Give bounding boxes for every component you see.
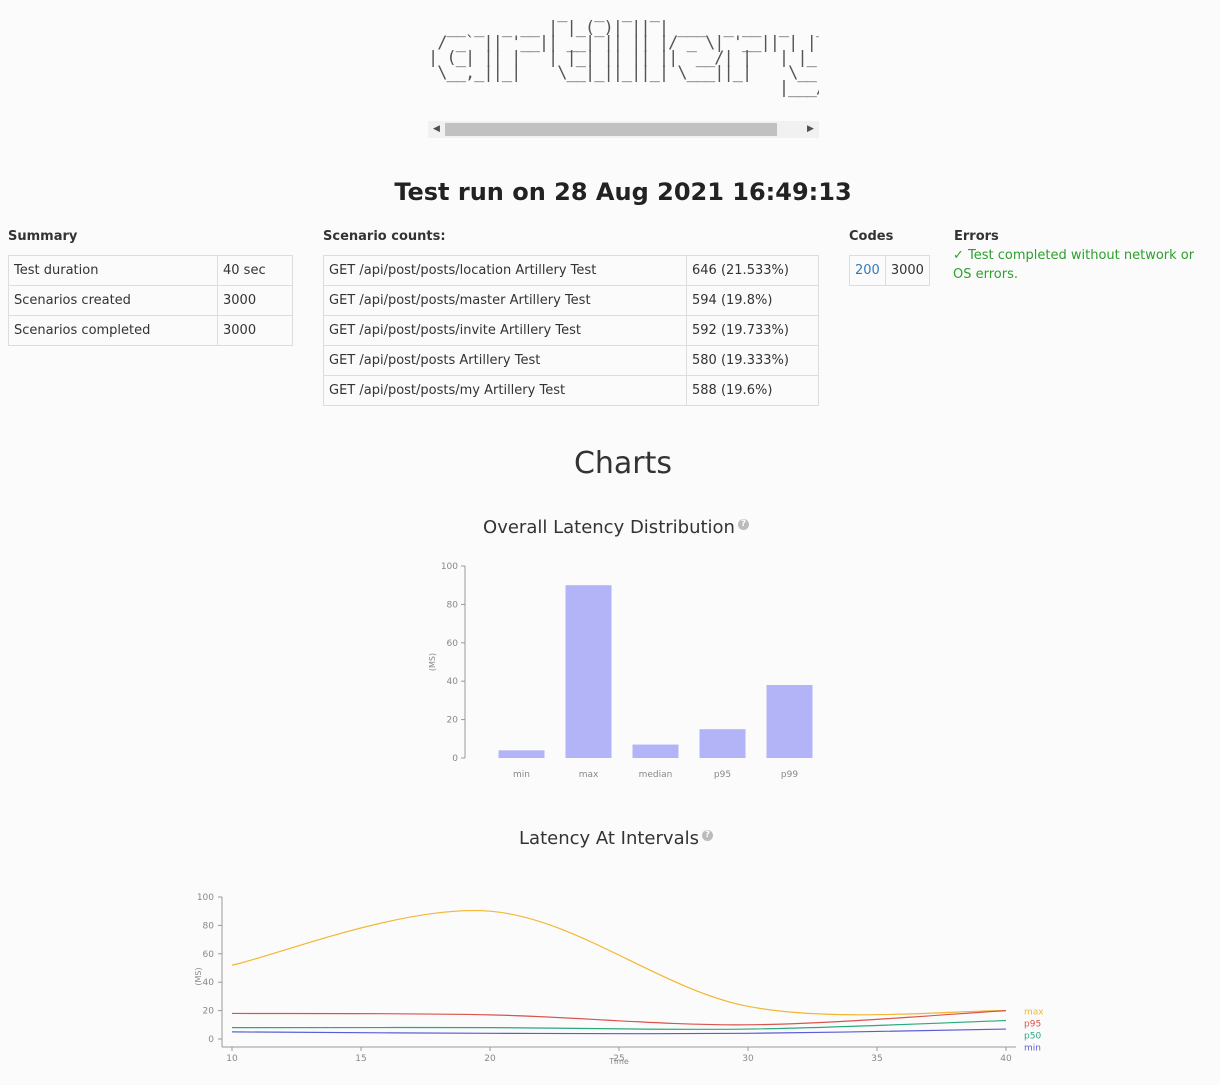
legend-label-max: max: [1024, 1008, 1044, 1018]
summary-name: Test duration: [8, 255, 218, 286]
series-line-max: [231, 909, 1007, 1016]
summary-row: Test duration 40 sec: [8, 255, 293, 286]
x-tick-label: 35: [871, 1054, 882, 1064]
y-tick-label: 0: [208, 1035, 214, 1045]
legend-label-min: min: [1024, 1044, 1041, 1054]
summary-row: Scenarios created 3000: [8, 285, 293, 316]
y-axis-label: (MS): [428, 653, 437, 671]
x-axis-label: Time: [608, 1057, 629, 1066]
series-line-p50: [231, 1019, 1007, 1030]
errors-label: Errors: [954, 229, 999, 244]
scenario-value: 594 (19.8%): [686, 285, 819, 316]
y-tick-label: 40: [447, 677, 459, 687]
scenario-name: GET /api/post/posts/master Artillery Tes…: [323, 285, 687, 316]
y-axis-label: (MS): [194, 967, 203, 985]
y-tick-label: 40: [203, 978, 215, 988]
scenario-name: GET /api/post/posts/invite Artillery Tes…: [323, 315, 687, 346]
y-tick-label: 0: [452, 754, 458, 764]
legend-label-p50: p50: [1024, 1032, 1041, 1042]
series-line-min: [231, 1028, 1007, 1035]
scenario-name: GET /api/post/posts/location Artillery T…: [323, 255, 687, 286]
y-tick-label: 80: [203, 921, 215, 931]
scenario-value: 588 (19.6%): [686, 375, 819, 406]
scenario-name: GET /api/post/posts/my Artillery Test: [323, 375, 687, 406]
latency-distribution-title: Overall Latency Distribution?: [0, 517, 1220, 538]
summary-name: Scenarios completed: [8, 315, 218, 346]
scenario-counts-label: Scenario counts:: [323, 229, 446, 244]
artillery-report-logo: _ _ _ _ __ _ _ __ | |_(_)| || | ___ _ __…: [428, 6, 819, 128]
status-code: 200: [849, 255, 886, 286]
summary-row: Scenarios completed 3000: [8, 315, 293, 346]
x-tick-label: 15: [355, 1054, 366, 1064]
latency-intervals-chart: 02040608010010 15 20 25 30 35 40(MS)Timemaxp95…: [194, 893, 1044, 1066]
scenario-value: 592 (19.733%): [686, 315, 819, 346]
y-tick-label: 20: [203, 1007, 215, 1017]
bar-p99: [766, 685, 813, 758]
x-tick-label: max: [579, 770, 599, 780]
scenario-row: GET /api/post/posts/location Artillery T…: [323, 255, 819, 286]
x-tick-label: 20: [484, 1054, 496, 1064]
bar-p95: [699, 729, 746, 758]
legend-label-p95: p95: [1024, 1020, 1041, 1030]
summary-label: Summary: [8, 229, 78, 244]
y-tick-label: 60: [203, 950, 215, 960]
help-icon[interactable]: ?: [701, 830, 713, 841]
summary-name: Scenarios created: [8, 285, 218, 316]
latency-distribution-chart: 0 20 40 60 80 100 (MS) min max median p95 p99: [428, 562, 813, 780]
latency-intervals-title: Latency At Intervals?: [0, 828, 1220, 849]
scrollbar-thumb[interactable]: [445, 123, 777, 136]
scenario-row: GET /api/post/posts Artillery Test 580 (1…: [323, 345, 819, 376]
y-tick-label: 100: [197, 893, 214, 903]
scenario-counts-table: GET /api/post/posts/location Artillery T…: [323, 255, 819, 406]
scenario-row: GET /api/post/posts/my Artillery Test 588…: [323, 375, 819, 406]
codes-label: Codes: [849, 229, 894, 244]
scenario-value: 580 (19.333%): [686, 345, 819, 376]
y-tick-label: 60: [447, 639, 459, 649]
x-tick-label: 10: [226, 1054, 238, 1064]
status-code-count: 3000: [884, 255, 930, 286]
x-tick-label: p99: [781, 770, 798, 780]
bar-max: [565, 585, 612, 758]
codes-table: 200 3000: [849, 255, 930, 286]
latency-intervals-title-text: Latency At Intervals: [519, 828, 699, 849]
y-tick-label: 20: [447, 716, 459, 726]
codes-row: 200 3000: [849, 255, 930, 286]
scroll-right-arrow-icon[interactable]: ▶: [802, 121, 819, 138]
y-tick-label: 80: [447, 600, 459, 610]
errors-message: ✓ Test completed without network or OS e…: [953, 248, 1195, 282]
report-title: Test run on 28 Aug 2021 16:49:13: [394, 178, 852, 206]
scroll-left-arrow-icon[interactable]: ◀: [428, 121, 445, 138]
x-tick-label: min: [513, 770, 530, 780]
scenario-row: GET /api/post/posts/invite Artillery Tes…: [323, 315, 819, 346]
series-line-p95: [231, 1010, 1007, 1026]
help-icon[interactable]: ?: [737, 519, 749, 530]
summary-value: 40 sec: [217, 255, 293, 286]
x-tick-label: median: [639, 770, 673, 780]
logo-ascii-art: _ _ _ _ __ _ _ __ | |_(_)| || | ___ _ __…: [428, 6, 819, 98]
y-tick-label: 100: [441, 562, 458, 572]
summary-value: 3000: [217, 285, 293, 316]
summary-table: Test duration 40 sec Scenarios created 3000…: [8, 255, 293, 346]
bar-median: [632, 744, 679, 758]
scenario-value: 646 (21.533%): [686, 255, 819, 286]
scenario-row: GET /api/post/posts/master Artillery Tes…: [323, 285, 819, 316]
logo-horizontal-scrollbar[interactable]: ◀ ▶: [428, 121, 819, 138]
summary-value: 3000: [217, 315, 293, 346]
bar-min: [498, 750, 545, 758]
latency-distribution-title-text: Overall Latency Distribution: [483, 517, 735, 538]
x-tick-label: 30: [742, 1054, 754, 1064]
x-tick-label: 40: [1000, 1054, 1012, 1064]
scenario-name: GET /api/post/posts Artillery Test: [323, 345, 687, 376]
x-tick-label: p95: [714, 770, 731, 780]
charts-heading: Charts: [573, 446, 673, 481]
